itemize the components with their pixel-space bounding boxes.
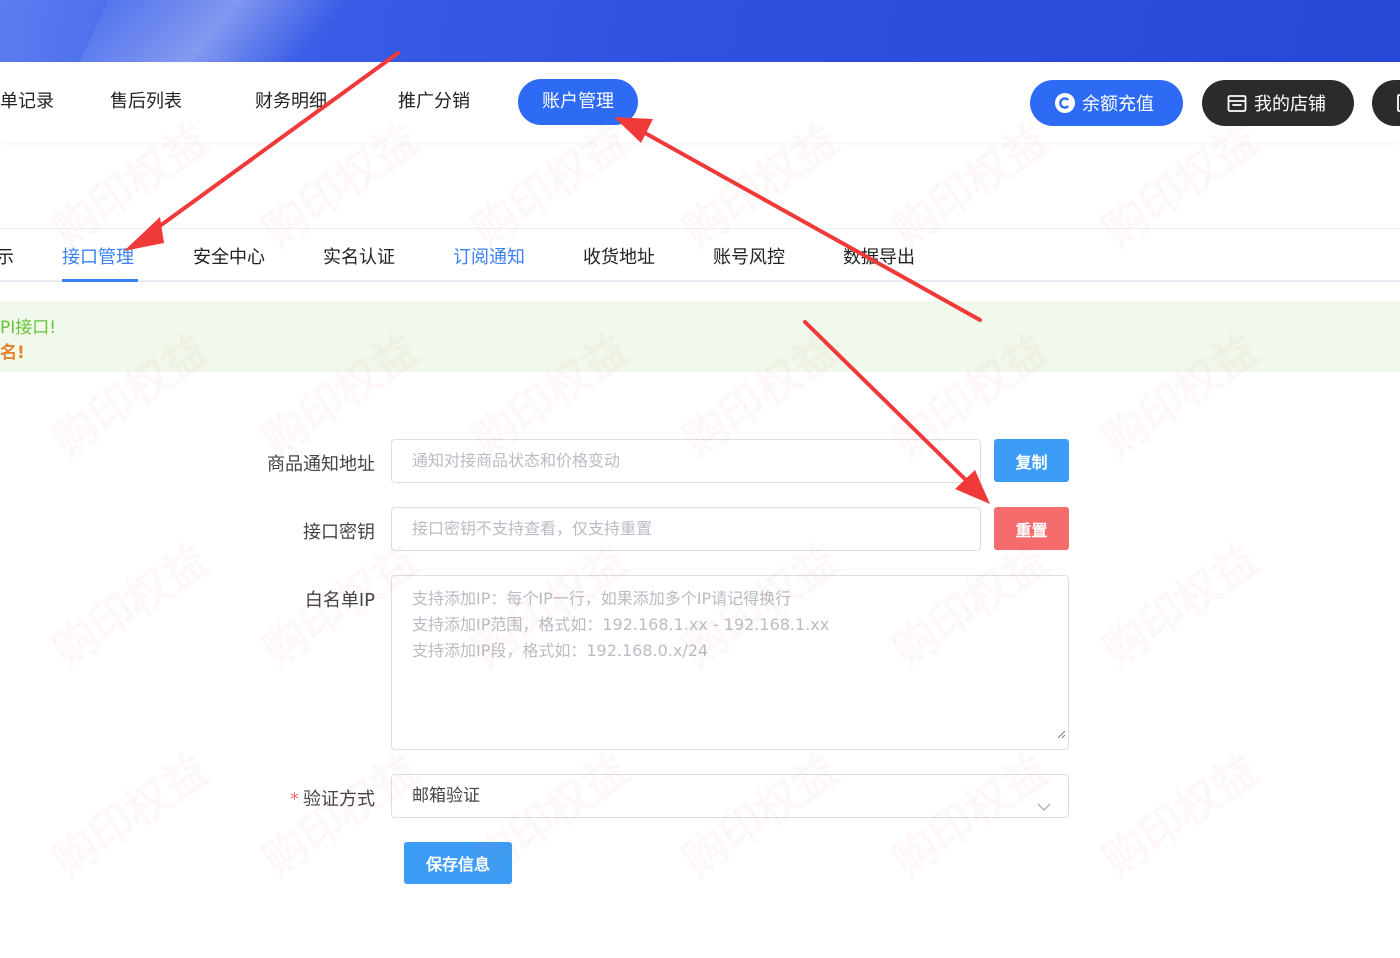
whitelist-hint-1: 支持添加IP：每个IP一行，如果添加多个IP请记得换行 bbox=[412, 589, 792, 608]
tab-overview[interactable]: 示 bbox=[0, 243, 14, 269]
recharge-label: 余额充值 bbox=[1082, 94, 1154, 115]
api-key-input[interactable]: 接口密钥不支持查看，仅支持重置 bbox=[391, 507, 981, 551]
verify-method-value: 邮箱验证 bbox=[412, 786, 480, 806]
tab-api-management[interactable]: 接口管理 bbox=[62, 243, 134, 269]
nav-item-account[interactable]: 账户管理 bbox=[518, 79, 638, 125]
nav-item-promotion[interactable]: 推广分销 bbox=[398, 79, 470, 125]
verify-method-select[interactable]: 邮箱验证 bbox=[391, 774, 1069, 818]
save-button[interactable]: 保存信息 bbox=[404, 842, 512, 884]
reset-key-button[interactable]: 重置 bbox=[994, 507, 1069, 550]
watermark-text: 购印权益 bbox=[38, 735, 219, 888]
arrow-to-account-tab bbox=[614, 117, 982, 322]
my-store-label: 我的店铺 bbox=[1254, 94, 1326, 115]
whitelist-ip-label: 白名单IP bbox=[304, 590, 375, 611]
api-key-label: 接口密钥 bbox=[303, 522, 375, 543]
notify-url-label: 商品通知地址 bbox=[267, 454, 375, 475]
recharge-button[interactable]: 余额充值 bbox=[1030, 80, 1183, 126]
watermark-text: 购印权益 bbox=[1088, 735, 1269, 888]
notify-url-input[interactable]: 通知对接商品状态和价格变动 bbox=[391, 439, 981, 483]
active-tab-indicator bbox=[62, 279, 138, 282]
tab-data-export[interactable]: 数据导出 bbox=[843, 243, 915, 269]
account-sub-tabs: 示 接口管理 安全中心 实名认证 订阅通知 收货地址 账号风控 数据导出 bbox=[0, 228, 1400, 282]
tab-shipping-address[interactable]: 收货地址 bbox=[583, 243, 655, 269]
notice-banner: PI接口! 名! bbox=[0, 301, 1400, 372]
copy-button[interactable]: 复制 bbox=[994, 439, 1069, 482]
nav-item-orders[interactable]: 单记录 bbox=[0, 79, 54, 125]
document-icon bbox=[1396, 92, 1400, 114]
extra-nav-button[interactable] bbox=[1372, 80, 1400, 126]
tab-security-center[interactable]: 安全中心 bbox=[193, 243, 265, 269]
notice-line-2: 名! bbox=[0, 343, 25, 363]
required-mark: * bbox=[290, 789, 299, 810]
whitelist-hint-3: 支持添加IP段，格式如：192.168.0.x/24 bbox=[412, 641, 709, 660]
watermark-text: 购印权益 bbox=[38, 525, 219, 678]
main-nav: 单记录 售后列表 财务明细 推广分销 账户管理 余额充值 我的店铺 bbox=[0, 62, 1400, 142]
watermark-text: 购印权益 bbox=[1088, 525, 1269, 678]
banner-sheen bbox=[52, 0, 388, 62]
top-banner bbox=[0, 0, 1400, 62]
notice-line-1: PI接口! bbox=[0, 318, 57, 338]
tab-real-name[interactable]: 实名认证 bbox=[323, 243, 395, 269]
tab-risk-control[interactable]: 账号风控 bbox=[713, 243, 785, 269]
wallet-icon bbox=[1054, 92, 1076, 114]
resize-handle-icon[interactable] bbox=[1056, 721, 1066, 747]
nav-item-finance[interactable]: 财务明细 bbox=[255, 79, 327, 125]
store-icon bbox=[1226, 92, 1248, 114]
verify-method-text: 验证方式 bbox=[303, 789, 375, 810]
whitelist-hint-2: 支持添加IP范围，格式如：192.168.1.xx - 192.168.1.xx bbox=[412, 615, 830, 634]
tab-subscription[interactable]: 订阅通知 bbox=[453, 243, 525, 269]
nav-item-after-sales[interactable]: 售后列表 bbox=[110, 79, 182, 125]
my-store-button[interactable]: 我的店铺 bbox=[1202, 80, 1354, 126]
chevron-down-icon bbox=[1036, 789, 1052, 831]
whitelist-ip-textarea[interactable]: 支持添加IP：每个IP一行，如果添加多个IP请记得换行 支持添加IP范围，格式如… bbox=[391, 575, 1069, 750]
verify-method-label: * 验证方式 bbox=[200, 785, 375, 811]
